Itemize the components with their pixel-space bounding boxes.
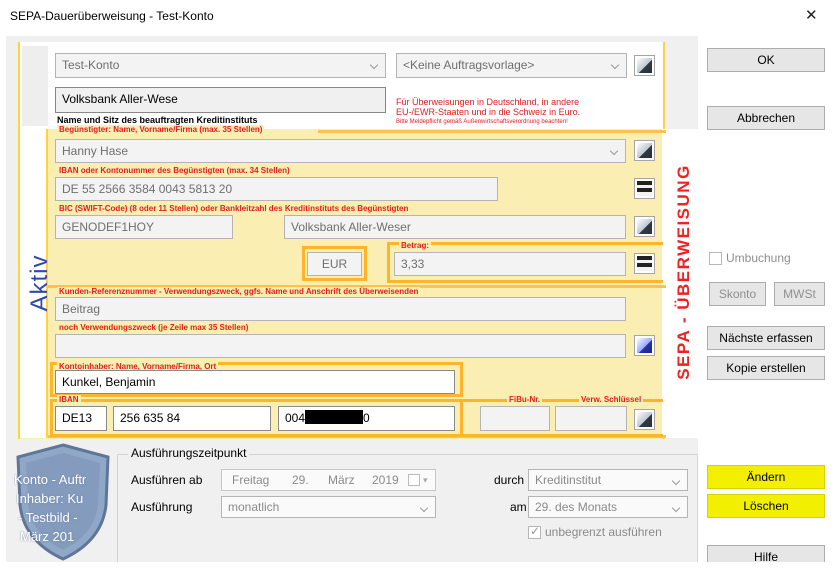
date-weekday: Freitag [232, 473, 270, 487]
fibu-label: FiBu-Nr. [507, 395, 543, 405]
watermark-line-3: - Testbild - [18, 510, 78, 525]
durch-label: durch [494, 473, 525, 487]
bic-field[interactable]: GENODEF1HOY [55, 215, 233, 239]
purpose-tool-button[interactable] [634, 335, 655, 356]
close-icon[interactable]: ✕ [805, 6, 818, 24]
template-select[interactable]: <Keine Auftragsvorlage> [396, 53, 627, 78]
next-entry-button[interactable]: Nächste erfassen [707, 326, 825, 350]
date-year: 2019 [372, 473, 399, 487]
window-title: SEPA-Dauerüberweisung - Test-Konto [10, 9, 214, 23]
am-select[interactable]: 29. des Monats [528, 496, 688, 518]
holder-field[interactable]: Kunkel, Benjamin [55, 370, 455, 394]
beneficiary-select[interactable]: Hanny Hase [55, 139, 626, 163]
watermark-line-1: Konto - Auftr [14, 472, 87, 487]
purpose2-field[interactable] [55, 334, 626, 358]
holder-iban-prefix: 004 [285, 411, 306, 425]
holder-iban-label: IBAN [57, 395, 81, 405]
umbuchung-label: Umbuchung [726, 251, 791, 265]
sepa-vertical-label: SEPA - ÜBERWEISUNG [674, 164, 693, 380]
unbegrenzt-label: unbegrenzt ausführen [545, 525, 662, 539]
watermark-line-4: März 201 [20, 529, 75, 544]
ok-button[interactable]: OK [707, 48, 825, 72]
reference-field[interactable]: Beitrag [55, 297, 626, 321]
iban-field[interactable]: DE 55 2566 3584 0043 5813 20 [55, 177, 498, 201]
delete-button[interactable]: Löschen [707, 494, 825, 518]
reference-label: Kunden-Referenznummer - Verwendungszweck… [57, 287, 421, 297]
purpose2-label: noch Verwendungszweck (je Zeile max 35 S… [57, 323, 251, 333]
mode-label: Ausführung [131, 500, 193, 514]
date-day: 29. [292, 473, 309, 487]
edit-button[interactable]: Ändern [707, 465, 825, 489]
text-block-icon [637, 338, 652, 353]
cancel-button[interactable]: Abbrechen [707, 106, 825, 130]
bank-caption: Name und Sitz des beauftragten Kreditins… [57, 115, 258, 125]
calculator-button[interactable] [634, 253, 655, 274]
schluessel-field[interactable] [555, 406, 627, 431]
durch-select[interactable]: Kreditinstitut [528, 469, 688, 491]
key-icon [637, 412, 652, 427]
holder-iban-blz[interactable]: 256 635 84 [113, 406, 271, 431]
template-tool-button[interactable] [634, 55, 655, 76]
beneficiary-bank-field: Volksbank Aller-Weser [284, 215, 626, 239]
skonto-button[interactable]: Skonto [709, 282, 766, 306]
start-label: Ausführen ab [131, 473, 203, 487]
holder-iban-country[interactable]: DE13 [55, 406, 107, 431]
info-text-1: Für Überweisungen in Deutschland, in and… [396, 97, 580, 107]
help-button[interactable]: Hilfe [707, 545, 825, 564]
bank-search-icon [637, 219, 652, 234]
bic-label: BIC (SWIFT-Code) (8 oder 11 Stellen) ode… [57, 204, 411, 214]
schedule-group-title: Ausführungszeitpunkt [128, 446, 250, 460]
account-select[interactable]: Test-Konto [55, 53, 386, 78]
beneficiary-tool-button[interactable] [634, 140, 655, 161]
chevron-down-icon: ▾ [423, 475, 428, 485]
mwst-button[interactable]: MWSt [774, 282, 825, 306]
fibu-field[interactable] [480, 406, 550, 431]
flag-icon [637, 181, 652, 196]
watermark-line-2: Inhaber: Ku [16, 491, 84, 506]
schluessel-label: Verw. Schlüssel [579, 395, 644, 405]
amount-label: Betrag: [399, 241, 432, 251]
address-book-icon [637, 143, 652, 158]
umbuchung-checkbox[interactable] [709, 252, 722, 265]
bank-name-field: Volksbank Aller-Wese [55, 87, 386, 113]
start-date-picker[interactable]: Freitag 29. März 2019 ▾ [221, 469, 436, 491]
iban-tool-button[interactable] [634, 178, 655, 199]
am-label: am [510, 500, 527, 514]
calendar-icon[interactable] [408, 474, 420, 486]
info-text-2: EU-/EWR-Staaten und in die Schweiz in Eu… [396, 107, 581, 117]
calculator-icon [637, 256, 652, 271]
mode-select[interactable]: monatlich [221, 496, 436, 518]
date-month: März [328, 473, 355, 487]
copy-button[interactable]: Kopie erstellen [707, 356, 825, 380]
form-header-strip [22, 46, 48, 126]
beneficiary-label: Begünstigter: Name, Vorname/Firma (max. … [57, 125, 265, 135]
form-frame-line [318, 130, 666, 133]
bic-tool-button[interactable] [634, 216, 655, 237]
testbild-watermark: Konto - Auftr Inhaber: Ku - Testbild - M… [14, 443, 112, 561]
iban-label: IBAN oder Kontonummer des Begünstigten (… [57, 166, 292, 176]
amount-field[interactable]: 3,33 [394, 252, 626, 276]
holder-iban-suffix: 0 [363, 411, 370, 425]
template-icon [637, 58, 652, 73]
redaction-bar [305, 410, 364, 424]
unbegrenzt-checkbox[interactable] [528, 524, 541, 539]
schluessel-tool-button[interactable] [634, 409, 655, 430]
info-text-3: Bitte Meldepflicht gemäß Außenwirtschaft… [396, 119, 568, 125]
holder-iban-account[interactable]: 004 0 [278, 406, 455, 431]
currency-field: EUR [307, 252, 362, 276]
